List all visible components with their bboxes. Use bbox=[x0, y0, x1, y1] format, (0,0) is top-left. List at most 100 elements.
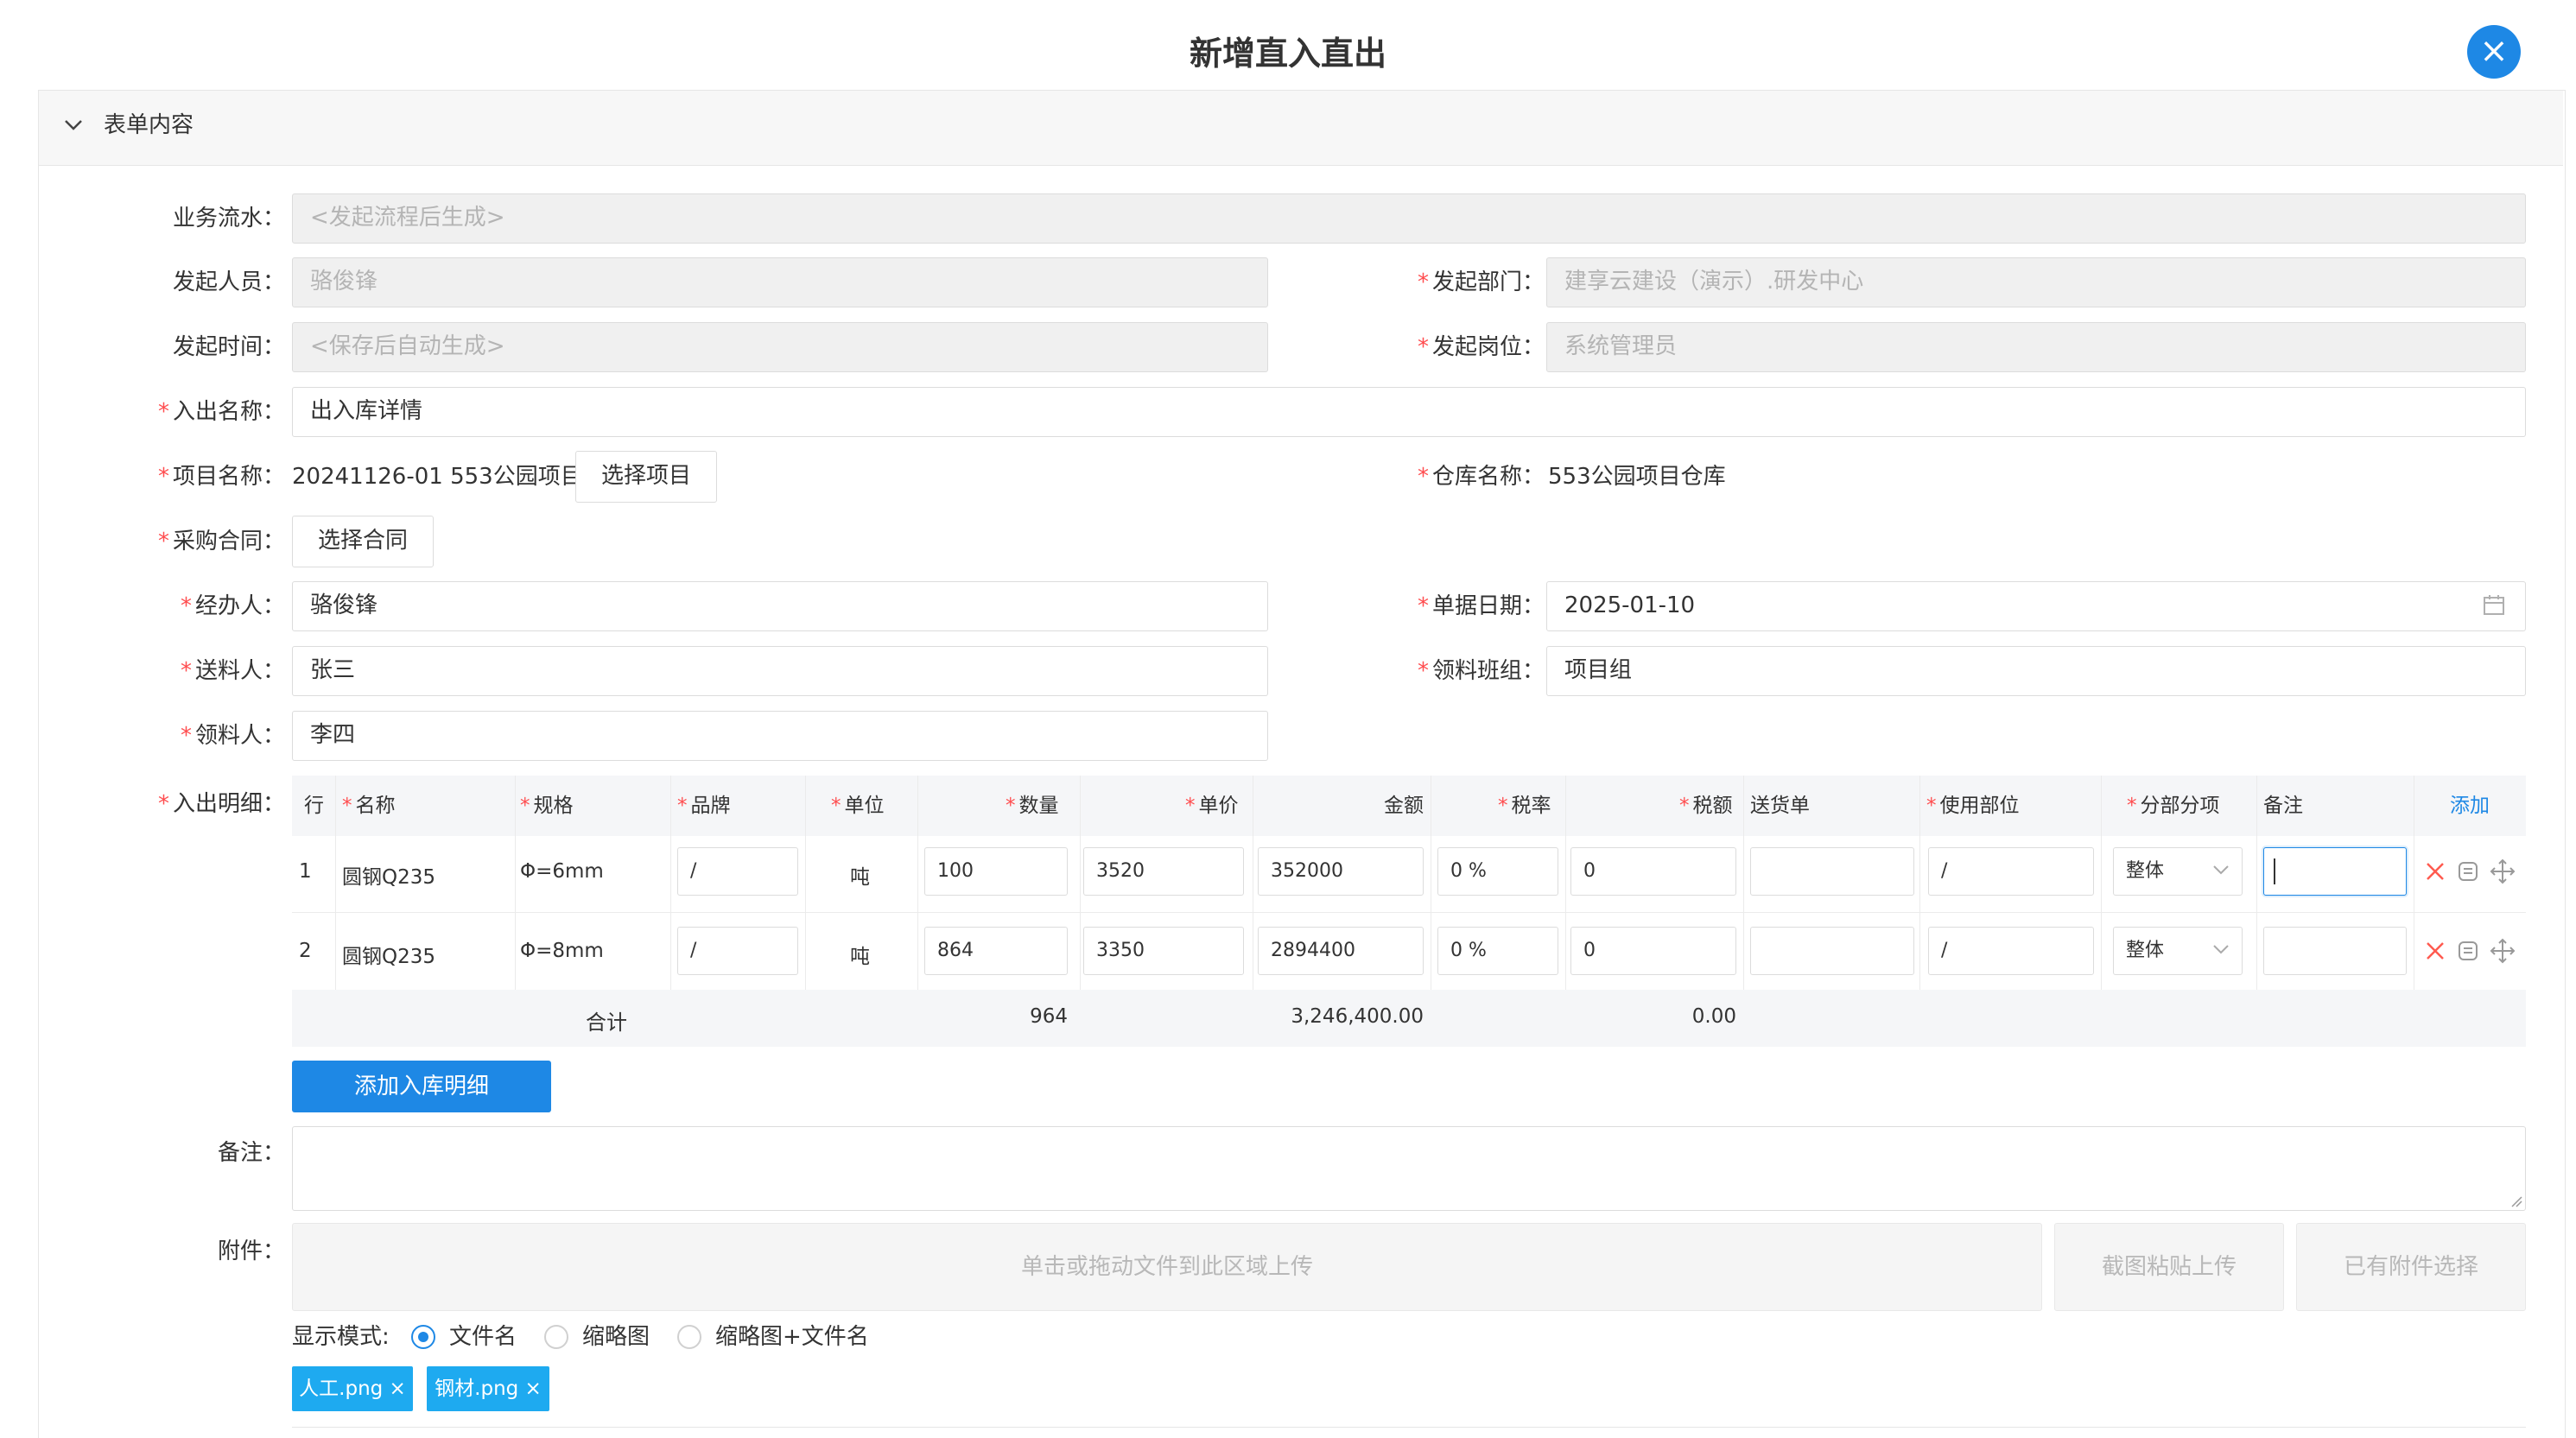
drag-move-icon[interactable] bbox=[2490, 938, 2516, 964]
col-name: * 名称 bbox=[342, 795, 396, 817]
grid-divider bbox=[2101, 776, 2102, 990]
project-value: 20241126-01 553公园项目 bbox=[292, 464, 583, 490]
remark-textarea[interactable] bbox=[292, 1126, 2526, 1211]
dept-field: 建享云建设（演示）.研发中心 bbox=[1546, 257, 2526, 307]
copy-icon[interactable] bbox=[2457, 860, 2479, 883]
initiator-field: 骆俊锋 bbox=[292, 257, 1268, 307]
deliverer-input[interactable]: 张三 bbox=[292, 646, 1268, 696]
delivery-input[interactable] bbox=[1750, 927, 1914, 975]
dept-label: * 发起部门： bbox=[1417, 269, 1545, 295]
handler-label: * 经办人： bbox=[180, 593, 285, 619]
drag-move-icon[interactable] bbox=[2490, 858, 2516, 884]
col-usage: * 使用部位 bbox=[1926, 795, 2020, 817]
qty-input[interactable]: 864 bbox=[924, 927, 1068, 975]
item-name: 圆钢Q235 bbox=[342, 946, 436, 968]
tax-input[interactable]: 0 bbox=[1570, 927, 1736, 975]
tax-input[interactable]: 0 bbox=[1570, 847, 1736, 896]
mode-filename-label[interactable]: 文件名 bbox=[449, 1322, 517, 1352]
doc-date-label: * 单据日期： bbox=[1417, 593, 1545, 619]
amount-input[interactable]: 2894400 bbox=[1258, 927, 1424, 975]
deliverer-label: * 送料人： bbox=[180, 658, 285, 684]
post-label: * 发起岗位： bbox=[1417, 334, 1545, 360]
col-tax: * 税额 bbox=[1679, 795, 1733, 817]
usage-input[interactable]: / bbox=[1928, 847, 2094, 896]
add-detail-button[interactable]: 添加入库明细 bbox=[292, 1061, 551, 1112]
usage-input[interactable]: / bbox=[1928, 927, 2094, 975]
col-price: * 单价 bbox=[1185, 795, 1239, 817]
tax-rate-input[interactable]: 0 % bbox=[1437, 847, 1558, 896]
amount-input[interactable]: 352000 bbox=[1258, 847, 1424, 896]
col-brand: * 品牌 bbox=[677, 795, 731, 817]
remark-label: 备注： bbox=[217, 1140, 285, 1166]
panel-header[interactable] bbox=[39, 91, 2563, 166]
item-spec: Φ=6mm bbox=[520, 860, 604, 883]
add-row-link[interactable]: 添加 bbox=[2450, 776, 2490, 836]
upload-dropzone[interactable]: 单击或拖动文件到此区域上传 bbox=[292, 1223, 2042, 1311]
col-spec: * 规格 bbox=[520, 795, 574, 817]
price-input[interactable]: 3520 bbox=[1083, 847, 1244, 896]
col-row: 行 bbox=[304, 795, 324, 817]
price-input[interactable]: 3350 bbox=[1083, 927, 1244, 975]
existing-attachment-button[interactable]: 已有附件选择 bbox=[2296, 1223, 2526, 1311]
col-delivery: 送货单 bbox=[1750, 795, 1810, 817]
mode-thumbnail-filename-radio[interactable] bbox=[677, 1325, 701, 1349]
mode-thumbnail-filename-label[interactable]: 缩略图+文件名 bbox=[715, 1322, 869, 1352]
close-icon[interactable]: × bbox=[2467, 25, 2521, 79]
delete-icon[interactable] bbox=[2424, 940, 2446, 962]
io-name-input[interactable]: 出入库详情 bbox=[292, 387, 2526, 437]
project-label: * 项目名称： bbox=[157, 464, 285, 490]
col-remark: 备注 bbox=[2263, 795, 2303, 817]
paste-upload-button[interactable]: 截图粘贴上传 bbox=[2054, 1223, 2284, 1311]
warehouse-value: 553公园项目仓库 bbox=[1548, 464, 1726, 490]
handler-input[interactable]: 骆俊锋 bbox=[292, 581, 1268, 631]
item-unit: 吨 bbox=[850, 946, 870, 968]
delivery-input[interactable] bbox=[1750, 847, 1914, 896]
col-tax-rate: * 税率 bbox=[1498, 795, 1551, 817]
chevron-down-icon bbox=[2213, 865, 2229, 875]
remark-input[interactable] bbox=[2263, 847, 2407, 896]
file-tag[interactable]: 人工.png × bbox=[292, 1366, 413, 1411]
grid-divider bbox=[670, 776, 671, 990]
panel-title: 表单内容 bbox=[104, 112, 194, 138]
tax-rate-input[interactable]: 0 % bbox=[1437, 927, 1558, 975]
display-mode-label: 显示模式: bbox=[292, 1324, 390, 1350]
copy-icon[interactable] bbox=[2457, 940, 2479, 962]
warehouse-label: * 仓库名称： bbox=[1417, 464, 1545, 490]
receiver-input[interactable]: 李四 bbox=[292, 711, 1268, 761]
chevron-down-icon bbox=[2213, 945, 2229, 954]
select-contract-button[interactable]: 选择合同 bbox=[292, 516, 434, 567]
brand-input[interactable]: / bbox=[677, 927, 798, 975]
remark-input[interactable] bbox=[2263, 927, 2407, 975]
file-tag[interactable]: 钢材.png × bbox=[427, 1366, 549, 1411]
row-number: 2 bbox=[299, 940, 312, 962]
brand-input[interactable]: / bbox=[677, 847, 798, 896]
grid-divider bbox=[2256, 776, 2257, 990]
item-unit: 吨 bbox=[850, 866, 870, 889]
grid-divider bbox=[1080, 776, 1081, 990]
business-flow-label: 业务流水： bbox=[172, 206, 285, 231]
chevron-down-icon[interactable] bbox=[64, 117, 83, 133]
item-spec: Φ=8mm bbox=[520, 940, 604, 962]
calendar-icon[interactable] bbox=[2483, 594, 2505, 617]
mode-filename-radio[interactable] bbox=[411, 1325, 435, 1349]
col-division: * 分部分项 bbox=[2127, 795, 2220, 817]
mode-thumbnail-radio[interactable] bbox=[544, 1325, 568, 1349]
grid-divider bbox=[805, 776, 806, 990]
start-time-field: <保存后自动生成> bbox=[292, 322, 1268, 372]
row-number: 1 bbox=[299, 860, 312, 883]
col-qty: * 数量 bbox=[1006, 795, 1059, 817]
summary-tax: 0.00 bbox=[1691, 1005, 1736, 1028]
receiver-label: * 领料人： bbox=[180, 723, 285, 749]
doc-date-input[interactable]: 2025-01-10 bbox=[1546, 581, 2526, 631]
text-cursor bbox=[2274, 858, 2275, 884]
business-flow-field: <发起流程后生成> bbox=[292, 193, 2526, 244]
initiator-label: 发起人员： bbox=[172, 269, 285, 295]
delete-icon[interactable] bbox=[2424, 860, 2446, 883]
qty-input[interactable]: 100 bbox=[924, 847, 1068, 896]
select-project-button[interactable]: 选择项目 bbox=[575, 451, 717, 503]
mode-thumbnail-label[interactable]: 缩略图 bbox=[582, 1322, 650, 1352]
resize-handle-icon[interactable] bbox=[2510, 1195, 2522, 1207]
team-input[interactable]: 项目组 bbox=[1546, 646, 2526, 696]
start-time-label: 发起时间： bbox=[172, 334, 285, 360]
contract-label: * 采购合同： bbox=[157, 529, 285, 554]
